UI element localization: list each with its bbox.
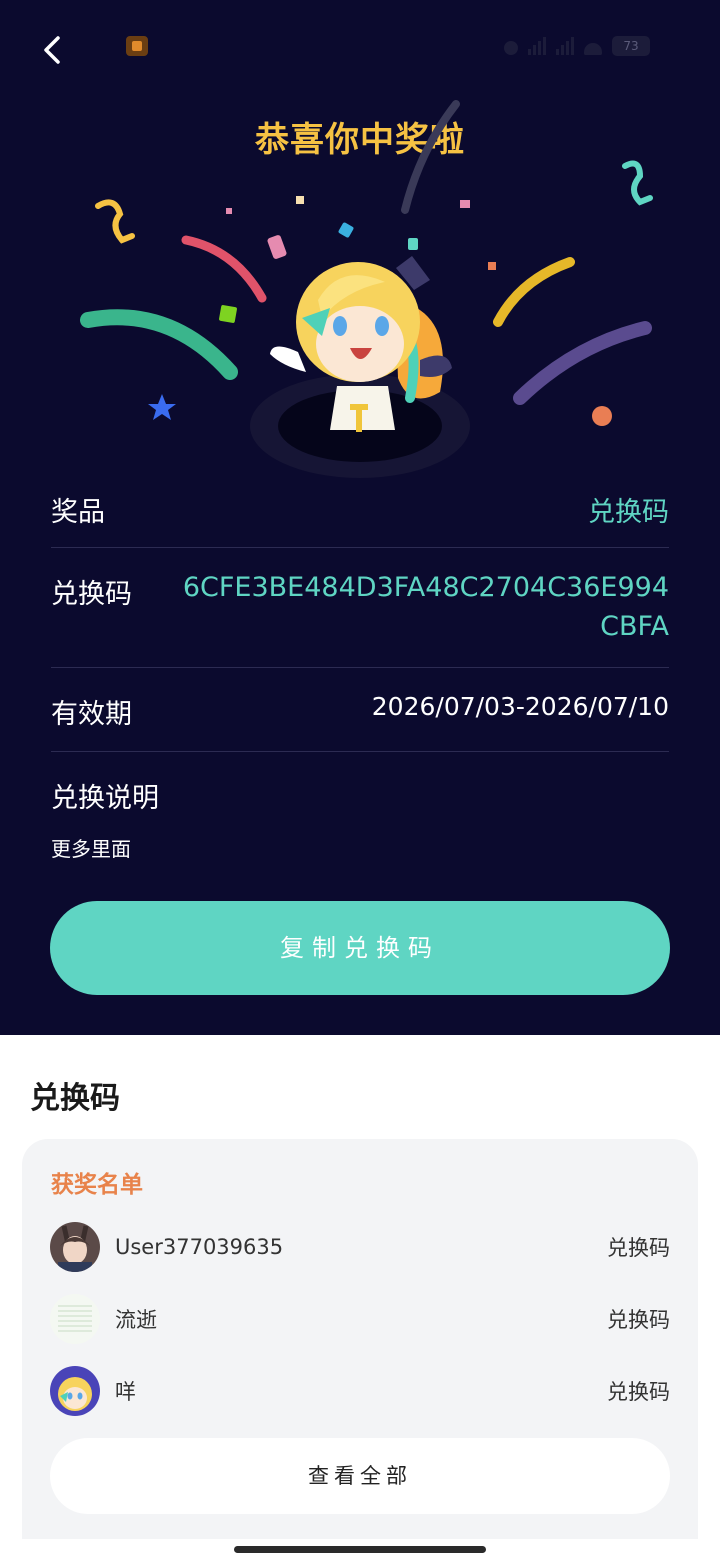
signal-icon [528, 37, 546, 55]
description-label: 兑换说明 [51, 783, 159, 814]
avatar [50, 1222, 100, 1272]
prize-details: 奖品 兑换码 兑换码 6CFE3BE484D3FA48C2704C36E994C… [51, 470, 669, 862]
code-label: 兑换码 [51, 579, 132, 610]
back-button[interactable] [34, 32, 70, 68]
validity-label: 有效期 [51, 699, 132, 730]
section-title: 兑换码 [30, 1081, 120, 1116]
winner-list-title: 获奖名单 [51, 1172, 143, 1198]
validity-value: 2026/07/03-2026/07/10 [371, 692, 669, 721]
back-arrow-icon [44, 36, 60, 64]
winner-row[interactable]: User377039635 兑换码 [50, 1221, 670, 1273]
copy-code-button[interactable]: 复制兑换码 [50, 901, 670, 995]
wifi-icon [584, 37, 602, 55]
avatar [50, 1366, 100, 1416]
prize-panel: 73 恭喜你中奖啦 奖品 兑换码 兑换码 6CFE3BE484D3FA48C27… [0, 0, 720, 1035]
description-section: 兑换说明 更多里面 [51, 752, 669, 862]
winner-list-card: 获奖名单 User377039635 兑换码 流逝 兑换码 咩 兑换码 查看全部 [22, 1139, 698, 1539]
status-bar: 73 [0, 24, 720, 68]
celebration-illustration [80, 100, 653, 478]
redeem-code-value[interactable]: 6CFE3BE484D3FA48C2704C36E994CBFA [169, 568, 669, 646]
winners-section: 兑换码 获奖名单 User377039635 兑换码 流逝 兑换码 咩 兑换码 … [0, 1035, 720, 1565]
mute-icon [504, 37, 518, 55]
winner-row[interactable]: 流逝 兑换码 [50, 1293, 670, 1345]
status-icons: 73 [504, 36, 650, 56]
winner-name: 流逝 [115, 1308, 157, 1332]
winner-prize: 兑换码 [607, 1308, 670, 1332]
prize-row: 奖品 兑换码 [51, 470, 669, 548]
home-indicator[interactable] [234, 1546, 486, 1553]
battery-indicator: 73 [612, 36, 650, 56]
winner-name: User377039635 [115, 1235, 284, 1259]
winner-name: 咩 [115, 1380, 136, 1404]
winner-row[interactable]: 咩 兑换码 [50, 1365, 670, 1417]
description-text: 更多里面 [51, 837, 131, 861]
signal-icon-2 [556, 37, 574, 55]
validity-row: 有效期 2026/07/03-2026/07/10 [51, 668, 669, 752]
code-row: 兑换码 6CFE3BE484D3FA48C2704C36E994CBFA [51, 548, 669, 668]
avatar [50, 1294, 100, 1344]
view-all-button[interactable]: 查看全部 [50, 1438, 670, 1514]
prize-label: 奖品 [51, 497, 105, 528]
prize-value: 兑换码 [588, 497, 669, 528]
app-notification-icon [126, 36, 148, 56]
winner-prize: 兑换码 [607, 1236, 670, 1260]
winner-prize: 兑换码 [607, 1380, 670, 1404]
